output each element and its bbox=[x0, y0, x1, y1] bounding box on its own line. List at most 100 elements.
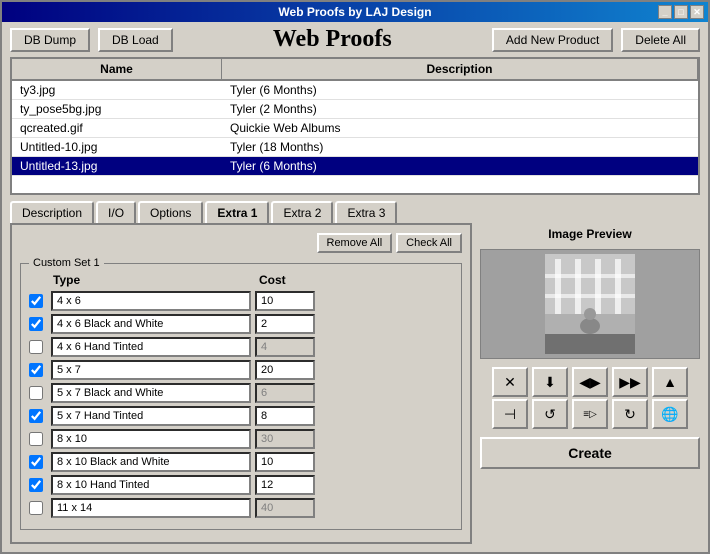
product-row bbox=[29, 337, 453, 357]
product-name-input[interactable] bbox=[51, 498, 251, 518]
up-icon-button[interactable]: ▲ bbox=[652, 367, 688, 397]
table-cell-name: Untitled-10.jpg bbox=[12, 138, 222, 156]
title-bar: Web Proofs by LAJ Design _ □ ✕ bbox=[2, 2, 708, 22]
product-cost-input[interactable] bbox=[255, 314, 315, 334]
table-row[interactable]: ty_pose5bg.jpg Tyler (2 Months) bbox=[12, 100, 698, 119]
product-name-input[interactable] bbox=[51, 452, 251, 472]
table-header: Name Description bbox=[12, 59, 698, 81]
x-icon-button[interactable]: ✕ bbox=[492, 367, 528, 397]
tab-extra-2[interactable]: Extra 2 bbox=[271, 201, 333, 223]
product-name-input[interactable] bbox=[51, 475, 251, 495]
close-button[interactable]: ✕ bbox=[690, 5, 704, 19]
image-preview-box bbox=[480, 249, 700, 359]
product-name-input[interactable] bbox=[51, 429, 251, 449]
cost-col-header: Cost bbox=[259, 273, 286, 287]
product-cost-input[interactable] bbox=[255, 291, 315, 311]
products-list bbox=[29, 291, 453, 518]
product-row bbox=[29, 291, 453, 311]
type-col-header: Type bbox=[29, 273, 259, 287]
tabs-area: DescriptionI/OOptionsExtra 1Extra 2Extra… bbox=[2, 195, 708, 223]
product-cost-input[interactable] bbox=[255, 360, 315, 380]
table-row[interactable]: Untitled-10.jpg Tyler (18 Months) bbox=[12, 138, 698, 157]
tab-description[interactable]: Description bbox=[10, 201, 94, 223]
text-icon-button[interactable]: ≡▷ bbox=[572, 399, 608, 429]
rotate-left-icon-button[interactable]: ↺ bbox=[532, 399, 568, 429]
product-checkbox[interactable] bbox=[29, 409, 43, 423]
icon-row-1: ✕ ⬇ ◀▶ ▶▶ ▲ bbox=[480, 367, 700, 397]
rotate-right-icon-button[interactable]: ↻ bbox=[612, 399, 648, 429]
tab-extra-3[interactable]: Extra 3 bbox=[335, 201, 397, 223]
table-cell-desc: Tyler (6 Months) bbox=[222, 157, 698, 175]
product-checkbox[interactable] bbox=[29, 455, 43, 469]
tab-options[interactable]: Options bbox=[138, 201, 203, 223]
download-icon-button[interactable]: ⬇ bbox=[532, 367, 568, 397]
product-checkbox[interactable] bbox=[29, 386, 43, 400]
product-cost-input[interactable] bbox=[255, 406, 315, 426]
product-row bbox=[29, 452, 453, 472]
table-cell-name: Untitled-13.jpg bbox=[12, 157, 222, 175]
window-title: Web Proofs by LAJ Design bbox=[278, 5, 431, 19]
main-window: Web Proofs by LAJ Design _ □ ✕ DB Dump D… bbox=[0, 0, 710, 554]
left-panel: Remove All Check All Custom Set 1 Type C… bbox=[10, 223, 472, 544]
product-checkbox[interactable] bbox=[29, 363, 43, 377]
product-name-input[interactable] bbox=[51, 314, 251, 334]
image-preview-label: Image Preview bbox=[480, 223, 700, 245]
window-controls: _ □ ✕ bbox=[658, 5, 704, 19]
product-checkbox[interactable] bbox=[29, 340, 43, 354]
right-panel: Image Preview bbox=[480, 223, 700, 544]
tab-extra-1[interactable]: Extra 1 bbox=[205, 201, 269, 223]
file-table: Name Description ty3.jpg Tyler (6 Months… bbox=[10, 57, 700, 195]
custom-set-fieldset: Custom Set 1 Type Cost bbox=[20, 257, 462, 530]
product-row bbox=[29, 383, 453, 403]
product-row bbox=[29, 314, 453, 334]
col-name-header: Name bbox=[12, 59, 222, 79]
add-new-product-button[interactable]: Add New Product bbox=[492, 28, 613, 52]
product-row bbox=[29, 498, 453, 518]
product-name-input[interactable] bbox=[51, 406, 251, 426]
create-button[interactable]: Create bbox=[480, 437, 700, 469]
db-dump-button[interactable]: DB Dump bbox=[10, 28, 90, 52]
tab-i/o[interactable]: I/O bbox=[96, 201, 136, 223]
globe-icon-button[interactable]: 🌐 bbox=[652, 399, 688, 429]
product-name-input[interactable] bbox=[51, 360, 251, 380]
product-checkbox[interactable] bbox=[29, 317, 43, 331]
table-cell-name: qcreated.gif bbox=[12, 119, 222, 137]
product-checkbox[interactable] bbox=[29, 432, 43, 446]
table-row[interactable]: qcreated.gif Quickie Web Albums bbox=[12, 119, 698, 138]
table-cell-desc: Tyler (2 Months) bbox=[222, 100, 698, 118]
maximize-button[interactable]: □ bbox=[674, 5, 688, 19]
product-checkbox[interactable] bbox=[29, 478, 43, 492]
product-name-input[interactable] bbox=[51, 291, 251, 311]
table-body: ty3.jpg Tyler (6 Months) ty_pose5bg.jpg … bbox=[12, 81, 698, 193]
main-content: Remove All Check All Custom Set 1 Type C… bbox=[2, 223, 708, 552]
product-row bbox=[29, 429, 453, 449]
remove-all-button[interactable]: Remove All bbox=[317, 233, 393, 253]
product-cost-input bbox=[255, 429, 315, 449]
product-name-input[interactable] bbox=[51, 383, 251, 403]
col-desc-header: Description bbox=[222, 59, 698, 79]
product-checkbox[interactable] bbox=[29, 294, 43, 308]
icon-row-2: ⊣ ↺ ≡▷ ↻ 🌐 bbox=[480, 399, 700, 429]
prev-icon-button[interactable]: ◀▶ bbox=[572, 367, 608, 397]
minimize-button[interactable]: _ bbox=[658, 5, 672, 19]
table-row[interactable]: Untitled-13.jpg Tyler (6 Months) bbox=[12, 157, 698, 176]
next-icon-button[interactable]: ▶▶ bbox=[612, 367, 648, 397]
product-cost-input bbox=[255, 337, 315, 357]
col-headers: Type Cost bbox=[29, 273, 453, 287]
product-cost-input bbox=[255, 498, 315, 518]
product-checkbox[interactable] bbox=[29, 501, 43, 515]
db-load-button[interactable]: DB Load bbox=[98, 28, 173, 52]
table-row[interactable]: ty3.jpg Tyler (6 Months) bbox=[12, 81, 698, 100]
product-row bbox=[29, 360, 453, 380]
table-cell-desc: Tyler (18 Months) bbox=[222, 138, 698, 156]
product-cost-input[interactable] bbox=[255, 452, 315, 472]
custom-set-legend: Custom Set 1 bbox=[29, 257, 104, 269]
check-all-button[interactable]: Check All bbox=[396, 233, 462, 253]
left-icon-button[interactable]: ⊣ bbox=[492, 399, 528, 429]
table-cell-name: ty3.jpg bbox=[12, 81, 222, 99]
app-title: Web Proofs bbox=[181, 26, 484, 53]
product-cost-input[interactable] bbox=[255, 475, 315, 495]
delete-all-button[interactable]: Delete All bbox=[621, 28, 700, 52]
product-name-input[interactable] bbox=[51, 337, 251, 357]
table-cell-desc: Quickie Web Albums bbox=[222, 119, 698, 137]
